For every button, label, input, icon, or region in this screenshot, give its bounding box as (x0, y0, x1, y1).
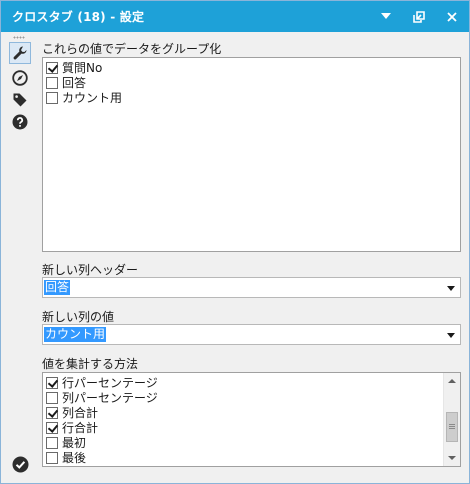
annotation-tab[interactable] (10, 90, 30, 110)
configuration-panel: これらの値でデータをグループ化 質問No 回答 カウント用 新しい列ヘッダー 回… (35, 32, 469, 483)
checkbox[interactable] (46, 391, 58, 404)
grip-icon (449, 424, 455, 431)
checkbox[interactable] (46, 91, 58, 104)
aggregation-item[interactable]: 列パーセンテージ (43, 390, 460, 405)
scroll-up-icon[interactable] (448, 379, 456, 383)
compass-icon (12, 70, 28, 86)
undock-button[interactable] (404, 1, 434, 32)
group-by-item-label: カウント用 (62, 91, 123, 105)
close-icon (447, 11, 457, 22)
checkbox[interactable] (46, 436, 58, 449)
checkbox[interactable] (46, 61, 58, 74)
chevron-down-icon (381, 13, 391, 19)
checkbox[interactable] (46, 451, 58, 464)
checkbox[interactable] (46, 76, 58, 89)
configuration-window: クロスタブ (18) - 設定 これらの値でデータをグループ化 質問No 回答 … (0, 0, 470, 484)
checkbox[interactable] (46, 406, 58, 419)
wrench-icon (13, 46, 27, 60)
window-title: クロスタブ (18) - 設定 (12, 10, 145, 24)
chevron-down-icon (447, 333, 455, 338)
new-column-value-value: カウント用 (44, 327, 107, 342)
scrollbar-thumb[interactable] (446, 412, 458, 443)
checkbox[interactable] (46, 376, 58, 389)
aggregation-item[interactable]: 最後 (43, 450, 460, 465)
group-by-item[interactable]: 回答 (43, 75, 460, 90)
menu-button[interactable] (371, 1, 401, 32)
aggregation-item-label: 最後 (62, 451, 87, 465)
group-by-label: これらの値でデータをグループ化 (42, 42, 222, 56)
help-icon (12, 114, 28, 130)
aggregation-scrollbar[interactable] (443, 373, 460, 466)
configuration-tab[interactable] (9, 42, 31, 64)
aggregation-item[interactable]: 行パーセンテージ (43, 375, 460, 390)
grip-handle[interactable] (13, 36, 25, 39)
new-column-header-label: 新しい列ヘッダー (42, 263, 139, 277)
close-button[interactable] (437, 1, 467, 32)
status-ok (12, 456, 29, 473)
navigation-tab[interactable] (10, 68, 30, 88)
aggregation-item[interactable]: 行合計 (43, 420, 460, 435)
aggregation-item[interactable]: 列合計 (43, 405, 460, 420)
new-column-header-value: 回答 (44, 280, 71, 295)
side-toolbar (1, 32, 35, 483)
group-by-item[interactable]: カウント用 (43, 90, 460, 105)
aggregation-list[interactable]: 行パーセンテージ 列パーセンテージ 列合計 行合計 最初 最後 (42, 372, 461, 467)
new-column-value-select[interactable]: カウント用 (42, 324, 461, 345)
scroll-down-icon[interactable] (448, 456, 456, 460)
help-tab[interactable] (10, 112, 30, 132)
checkbox[interactable] (46, 421, 58, 434)
title-bar[interactable]: クロスタブ (18) - 設定 (1, 1, 469, 32)
aggregation-item[interactable]: 最初 (43, 435, 460, 450)
check-circle-icon (12, 456, 29, 473)
tag-icon (13, 93, 27, 107)
undock-icon (413, 10, 425, 23)
chevron-down-icon (447, 286, 455, 291)
aggregation-label: 値を集計する方法 (42, 357, 139, 371)
new-column-value-label: 新しい列の値 (42, 310, 115, 324)
new-column-header-select[interactable]: 回答 (42, 277, 461, 298)
group-by-item[interactable]: 質問No (43, 60, 460, 75)
group-by-list[interactable]: 質問No 回答 カウント用 (42, 57, 461, 252)
